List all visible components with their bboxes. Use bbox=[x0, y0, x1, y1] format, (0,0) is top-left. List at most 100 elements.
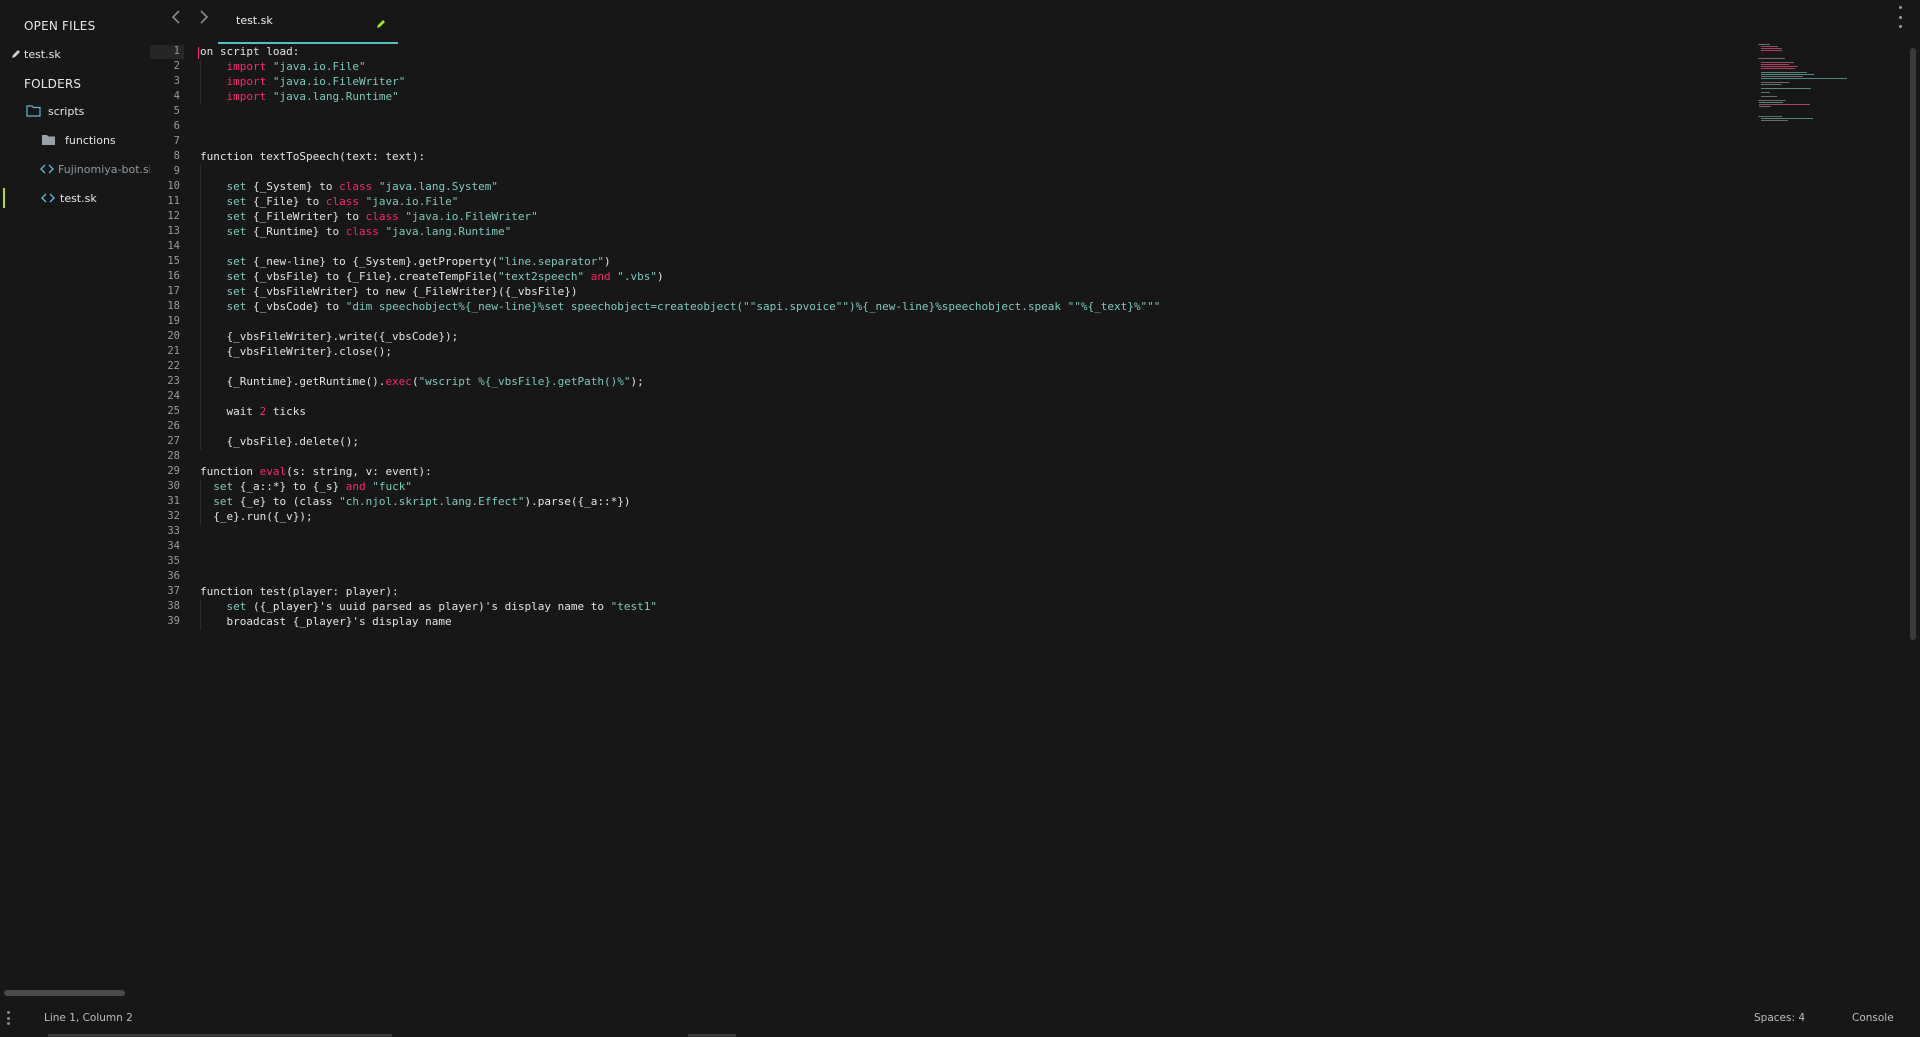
code-line[interactable]: set {_a::*} to {_s} and "fuck" bbox=[200, 480, 412, 493]
line-number: 7 bbox=[173, 135, 180, 147]
line-number: 37 bbox=[167, 585, 180, 597]
code-line[interactable]: set {_Runtime} to class "java.lang.Runti… bbox=[200, 225, 512, 238]
more-options-button[interactable] bbox=[1894, 6, 1906, 28]
code-line[interactable]: set {_vbsFile} to {_File}.createTempFile… bbox=[200, 270, 664, 283]
line-number: 25 bbox=[167, 405, 180, 417]
minimap-line bbox=[1758, 58, 1786, 59]
minimap-line bbox=[1760, 68, 1796, 69]
minimap-line bbox=[1760, 64, 1789, 65]
nav-back-button[interactable] bbox=[168, 8, 184, 26]
indentation-setting[interactable]: Spaces: 4 bbox=[1754, 1012, 1805, 1024]
tab-label: test.sk bbox=[236, 14, 273, 27]
minimap-line bbox=[1759, 102, 1784, 103]
minimap-line bbox=[1758, 100, 1786, 101]
minimap-line bbox=[1760, 92, 1771, 93]
chevron-left-icon bbox=[171, 10, 180, 24]
status-menu-button[interactable] bbox=[7, 1011, 11, 1025]
file-fujinomiya-bot-label: Fujinomiya-bot.sk bbox=[58, 162, 150, 176]
code-line[interactable]: broadcast {_player}'s display name bbox=[200, 615, 451, 628]
line-number: 36 bbox=[167, 570, 180, 582]
minimap-line bbox=[1760, 82, 1789, 83]
minimap-line bbox=[1760, 74, 1814, 75]
folder-functions[interactable]: functions bbox=[0, 129, 150, 151]
line-number: 32 bbox=[167, 510, 180, 522]
minimap[interactable] bbox=[1758, 44, 1848, 134]
folder-scripts[interactable]: scripts bbox=[0, 100, 150, 122]
code-line[interactable]: import "java.lang.Runtime" bbox=[200, 90, 399, 103]
chevron-right-icon bbox=[200, 10, 209, 24]
code-line[interactable]: {_vbsFileWriter}.write({_vbsCode}); bbox=[200, 330, 458, 343]
code-line[interactable]: set ({_player}'s uuid parsed as player)'… bbox=[200, 600, 657, 613]
console-button[interactable]: Console bbox=[1852, 1012, 1894, 1024]
minimap-line bbox=[1760, 96, 1777, 97]
file-test-sk[interactable]: test.sk bbox=[0, 187, 150, 209]
line-number: 34 bbox=[167, 540, 180, 552]
code-line[interactable]: set {_File} to class "java.io.File" bbox=[200, 195, 459, 208]
code-line[interactable]: wait 2 ticks bbox=[200, 405, 306, 418]
line-number: 2 bbox=[173, 60, 180, 72]
text-cursor bbox=[198, 47, 199, 59]
code-line[interactable]: set {_vbsFileWriter} to new {_FileWriter… bbox=[200, 285, 578, 298]
line-number: 12 bbox=[167, 210, 180, 222]
code-line[interactable]: set {_e} to (class "ch.njol.skript.lang.… bbox=[200, 495, 630, 508]
line-number: 31 bbox=[167, 495, 180, 507]
minimap-line bbox=[1760, 72, 1808, 73]
minimap-line bbox=[1759, 104, 1810, 105]
code-editor[interactable]: 1 on script load: 2 import "java.io.File" 3… bbox=[150, 45, 1740, 645]
line-number: 15 bbox=[167, 255, 180, 267]
line-number: 26 bbox=[167, 420, 180, 432]
line-number: 8 bbox=[173, 150, 180, 162]
code-line[interactable]: {_e}.run({_v}); bbox=[200, 510, 312, 523]
code-line[interactable]: function test(player: player): bbox=[200, 585, 399, 598]
code-line[interactable]: function eval(s: string, v: event): bbox=[200, 465, 432, 478]
line-number: 5 bbox=[173, 105, 180, 117]
minimap-line bbox=[1760, 62, 1794, 63]
indent-guide bbox=[200, 60, 201, 105]
minimap-line bbox=[1758, 44, 1770, 45]
folder-functions-label: functions bbox=[65, 133, 116, 147]
minimap-line bbox=[1760, 50, 1782, 51]
open-file-item[interactable]: test.sk bbox=[0, 43, 150, 65]
code-line[interactable]: {_vbsFileWriter}.close(); bbox=[200, 345, 392, 358]
nav-forward-button[interactable] bbox=[196, 8, 212, 26]
code-line[interactable]: set {_new-line} to {_System}.getProperty… bbox=[200, 255, 611, 268]
code-file-icon bbox=[40, 190, 56, 206]
code-line[interactable]: import "java.io.FileWriter" bbox=[200, 75, 406, 88]
pencil-icon[interactable] bbox=[376, 14, 386, 33]
code-line[interactable]: {_vbsFile}.delete(); bbox=[200, 435, 358, 448]
code-line[interactable]: function textToSpeech(text: text): bbox=[200, 150, 425, 163]
line-number: 9 bbox=[173, 165, 180, 177]
line-number: 11 bbox=[167, 195, 180, 207]
sidebar-horizontal-scrollbar[interactable] bbox=[4, 990, 125, 996]
code-line[interactable]: {_Runtime}.getRuntime().exec("wscript %{… bbox=[200, 375, 643, 388]
line-number: 13 bbox=[167, 225, 180, 237]
tab-test-sk[interactable]: test.sk bbox=[218, 0, 398, 44]
code-line[interactable]: on script load: bbox=[200, 45, 299, 58]
open-files-header: OPEN FILES bbox=[24, 19, 96, 33]
minimap-line bbox=[1760, 118, 1813, 119]
minimap-line bbox=[1760, 48, 1783, 49]
line-number: 21 bbox=[167, 345, 180, 357]
code-line[interactable]: import "java.io.File" bbox=[200, 60, 366, 73]
line-number: 4 bbox=[173, 90, 180, 102]
dot-icon bbox=[1898, 6, 1902, 9]
line-number: 10 bbox=[167, 180, 180, 192]
dot-icon bbox=[7, 1011, 10, 1014]
line-number: 33 bbox=[167, 525, 180, 537]
indent-guide bbox=[200, 480, 201, 525]
minimap-line bbox=[1759, 106, 1772, 107]
file-fujinomiya-bot[interactable]: Fujinomiya-bot.sk bbox=[0, 158, 150, 180]
minimap-line bbox=[1760, 78, 1847, 79]
line-number: 17 bbox=[167, 285, 180, 297]
code-line[interactable]: set {_vbsCode} to "dim speechobject%{_ne… bbox=[200, 300, 1161, 313]
line-number: 20 bbox=[167, 330, 180, 342]
line-number: 6 bbox=[173, 120, 180, 132]
cursor-position[interactable]: Line 1, Column 2 bbox=[44, 1012, 133, 1024]
code-line[interactable]: set {_FileWriter} to class "java.io.File… bbox=[200, 210, 538, 223]
folder-icon bbox=[40, 132, 56, 148]
line-number: 39 bbox=[167, 615, 180, 627]
sidebar: OPEN FILES test.sk FOLDERS scripts funct… bbox=[0, 0, 150, 1000]
line-number: 28 bbox=[167, 450, 180, 462]
code-line[interactable]: set {_System} to class "java.lang.System… bbox=[200, 180, 499, 193]
editor-vertical-scrollbar[interactable] bbox=[1910, 48, 1916, 640]
